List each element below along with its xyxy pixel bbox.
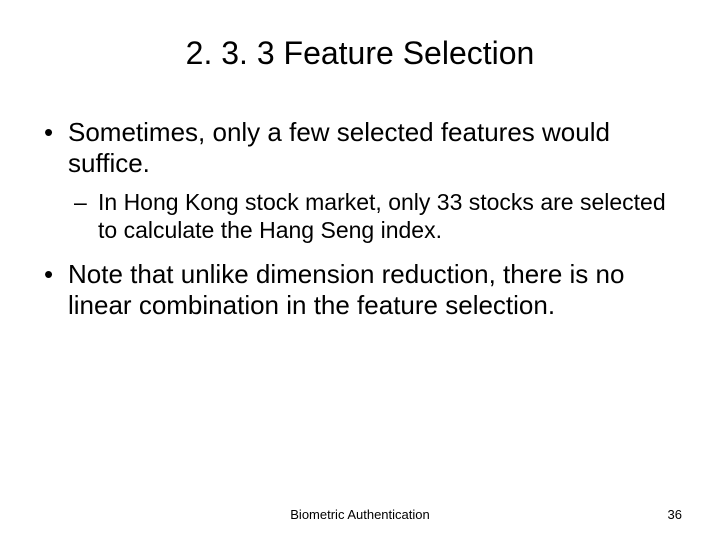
bullet-list: Sometimes, only a few selected features … (40, 117, 680, 321)
slide: 2. 3. 3 Feature Selection Sometimes, onl… (0, 0, 720, 540)
page-number: 36 (668, 507, 682, 522)
bullet-item: Sometimes, only a few selected features … (40, 117, 680, 245)
footer-text: Biometric Authentication (0, 507, 720, 522)
sub-bullet-list: In Hong Kong stock market, only 33 stock… (68, 189, 680, 244)
sub-bullet-text: In Hong Kong stock market, only 33 stock… (98, 189, 666, 243)
bullet-item: Note that unlike dimension reduction, th… (40, 259, 680, 321)
slide-title: 2. 3. 3 Feature Selection (40, 35, 680, 72)
bullet-text: Sometimes, only a few selected features … (68, 117, 610, 178)
slide-content: Sometimes, only a few selected features … (40, 117, 680, 321)
sub-bullet-item: In Hong Kong stock market, only 33 stock… (68, 189, 680, 244)
bullet-text: Note that unlike dimension reduction, th… (68, 259, 624, 320)
